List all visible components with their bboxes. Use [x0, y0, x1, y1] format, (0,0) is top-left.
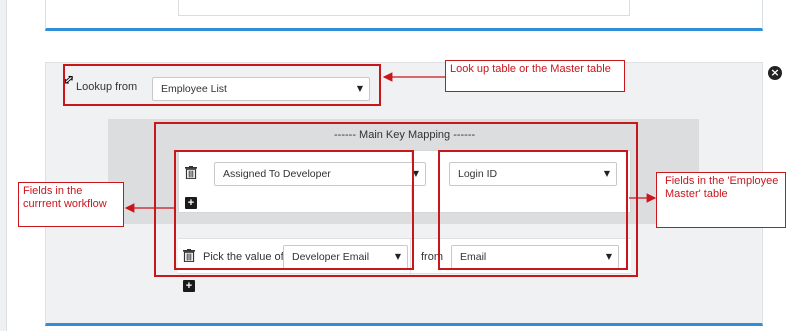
- annotation-arrows: [124, 72, 657, 213]
